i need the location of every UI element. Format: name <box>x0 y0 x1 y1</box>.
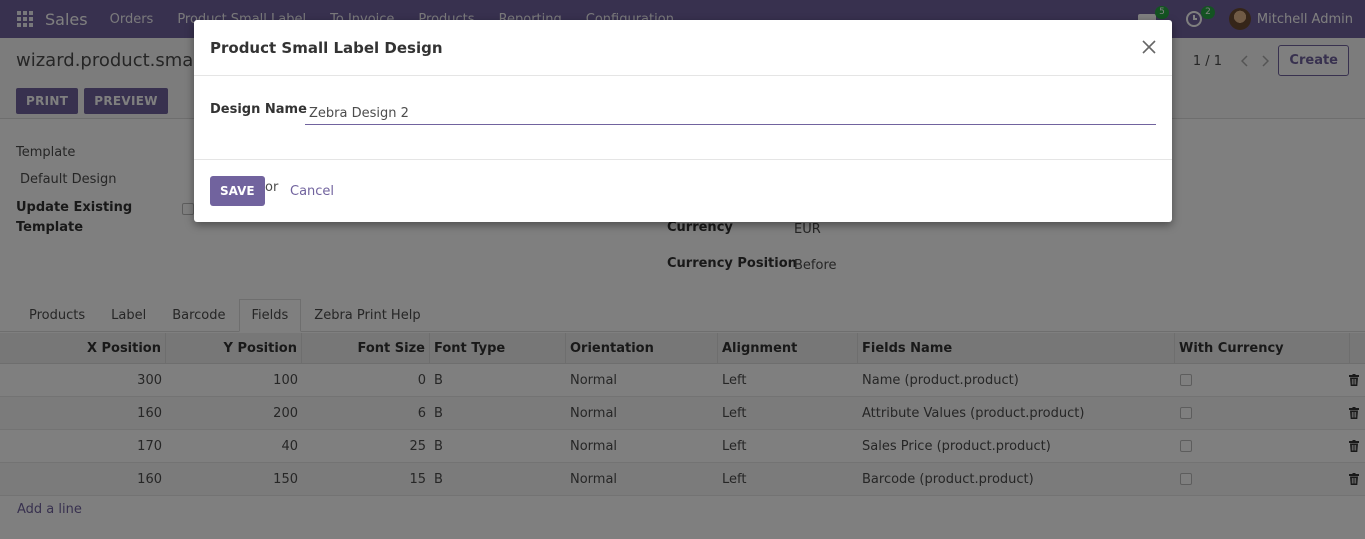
cancel-link[interactable]: Cancel <box>290 184 334 199</box>
modal-body: Design Name <box>194 76 1172 160</box>
modal-title: Product Small Label Design <box>210 39 443 57</box>
design-name-dialog: Product Small Label Design Design Name S… <box>194 20 1172 222</box>
modal-footer: SAVE or Cancel <box>194 160 1172 222</box>
close-icon[interactable] <box>1140 38 1158 56</box>
save-button[interactable]: SAVE <box>210 176 265 206</box>
design-name-input[interactable] <box>305 102 1156 125</box>
modal-header: Product Small Label Design <box>194 20 1172 76</box>
or-text: or <box>265 180 279 195</box>
design-name-label: Design Name <box>210 102 307 117</box>
